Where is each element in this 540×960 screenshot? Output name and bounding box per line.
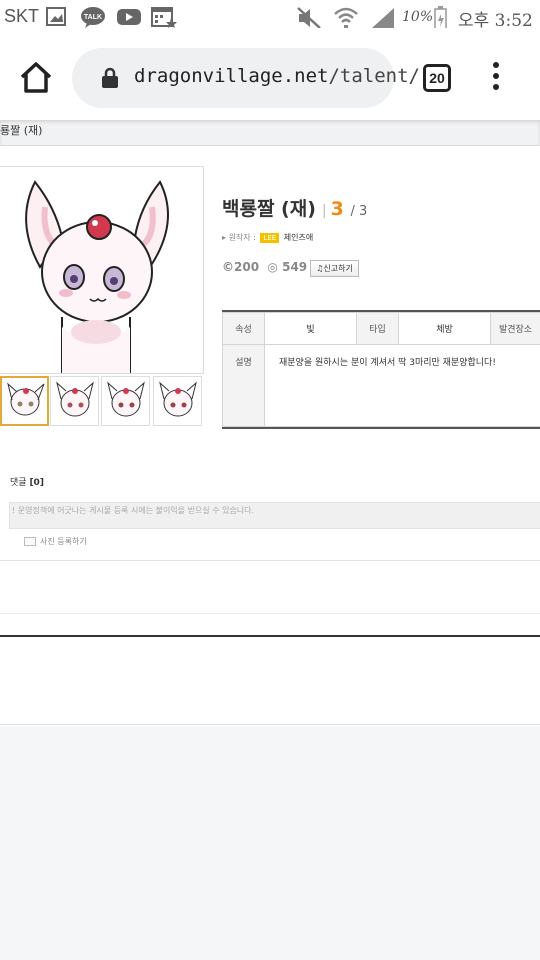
thumbnail-1[interactable]: [0, 376, 49, 426]
view-count: 549: [282, 260, 308, 274]
comments-heading: 댓글 [0]: [10, 475, 44, 488]
browser-toolbar: dragonvillage.net/talent/ 20: [0, 36, 540, 120]
wifi-icon: [334, 7, 358, 28]
photo-icon: [24, 537, 36, 546]
stats-line: ©200 ◎ 549: [222, 260, 307, 274]
title-divider: |: [321, 203, 327, 219]
svg-text:TALK: TALK: [84, 14, 102, 21]
image-icon: [46, 7, 66, 26]
report-button[interactable]: ♫신고하기: [310, 260, 359, 277]
url-text: dragonvillage.net/talent/: [134, 65, 420, 87]
lock-icon: [102, 67, 118, 88]
value-attribute: 빛: [264, 312, 357, 345]
status-bar: SKT TALK 10% 오후 3:52: [0, 0, 540, 36]
carrier-label: SKT: [4, 6, 40, 26]
divider: [0, 724, 540, 725]
view-count-icon: ◎: [267, 260, 278, 274]
breadcrumb: 룡짤 (재): [0, 120, 540, 146]
battery-icon: [434, 6, 447, 28]
count-value: 3: [330, 198, 344, 220]
info-table: 속성 빛 타입 체방 발견장소 설명 재분양을 원하시는 분이 계셔서 딱 3마…: [222, 310, 540, 429]
page-title: 백룡짤 (재) | 3 / 3: [222, 194, 367, 221]
thumbnail-strip: [0, 376, 204, 426]
calendar-icon: [151, 7, 177, 28]
divider: [0, 635, 540, 637]
thumbnail-2[interactable]: [50, 376, 99, 426]
signal-icon: [372, 8, 394, 28]
report-label: 신고하기: [323, 264, 353, 273]
author-label: 원작자 :: [228, 233, 256, 242]
home-icon[interactable]: [16, 58, 56, 98]
divider: [0, 560, 540, 561]
comment-count: 200: [234, 260, 260, 274]
header-type: 타입: [356, 312, 399, 345]
header-found-location: 발견장소: [490, 312, 540, 345]
comments-label: 댓글: [10, 478, 27, 488]
youtube-icon: [117, 9, 141, 25]
clock: 오후 3:52: [458, 11, 533, 31]
url-path: /talent/: [328, 65, 420, 87]
count-total: / 3: [350, 204, 368, 219]
url-host: dragonvillage.net: [134, 65, 329, 87]
mute-icon: [297, 7, 321, 28]
tab-switcher-button[interactable]: 20: [423, 64, 451, 92]
title-text: 백룡짤 (재): [222, 198, 316, 220]
value-description: 재분양을 원하시는 분이 계셔서 딱 3마리만 재분양합니다!: [264, 344, 540, 427]
author-badge: LEE: [260, 232, 280, 243]
comments-count: [0]: [29, 478, 44, 488]
dragon-main-image[interactable]: [0, 166, 204, 374]
photo-upload-link[interactable]: 사진 등록하기: [24, 536, 87, 547]
photo-upload-label: 사진 등록하기: [40, 537, 87, 546]
author-line: ▸ 원작자 : LEE 체인즈애: [222, 232, 314, 243]
thumbnail-4[interactable]: [153, 376, 202, 426]
page-content: 룡짤 (재) 백룡짤 (재) | 3 / 3 ▸ 원작자: LEE 체인즈애 …: [0, 120, 540, 726]
address-bar[interactable]: dragonvillage.net/talent/: [72, 48, 420, 108]
header-attribute: 속성: [222, 312, 265, 345]
comment-count-icon: ©: [222, 260, 234, 274]
header-description: 설명: [222, 344, 265, 427]
dragon-illustration: [25, 180, 169, 373]
comment-input[interactable]: ! 운영정책에 어긋나는 게시물 등록 시에는 불이익을 받으실 수 있습니다.: [9, 502, 540, 529]
battery-percent: 10%: [402, 9, 434, 25]
author-name[interactable]: 체인즈애: [284, 233, 313, 242]
divider: [0, 613, 540, 614]
kakaotalk-icon: TALK: [81, 7, 105, 28]
thumbnail-3[interactable]: [101, 376, 150, 426]
overflow-menu-icon[interactable]: [486, 62, 506, 94]
value-type: 체방: [398, 312, 491, 345]
